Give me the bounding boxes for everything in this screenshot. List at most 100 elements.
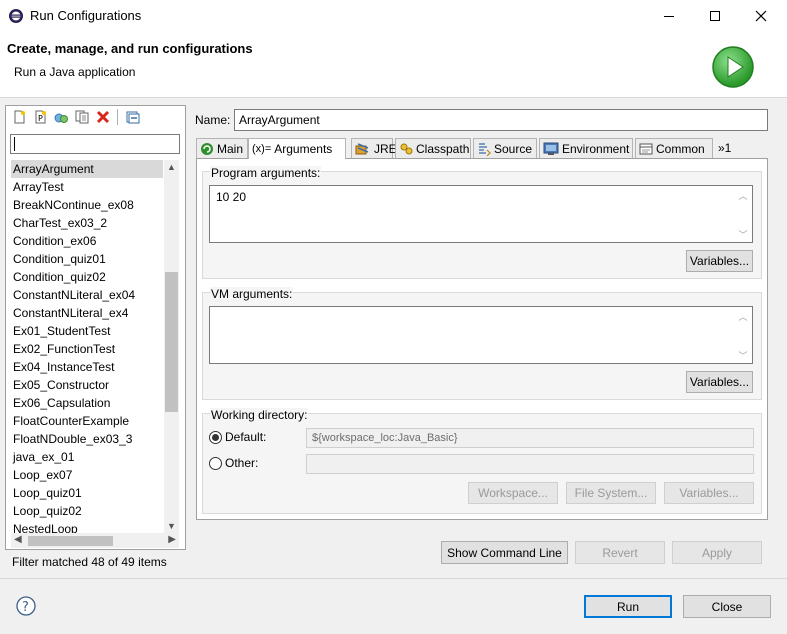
workdir-variables-button[interactable]: Variables...: [664, 482, 754, 504]
list-item[interactable]: Ex02_FunctionTest: [11, 340, 163, 358]
list-item[interactable]: FloatNDouble_ex03_3: [11, 430, 163, 448]
vm-textarea-scroll-up-icon[interactable]: ︿: [737, 310, 749, 322]
tab-arguments[interactable]: (x)= Arguments: [248, 138, 346, 159]
collapse-all-icon[interactable]: [124, 108, 142, 126]
default-directory-field: ${workspace_loc:Java_Basic}: [306, 428, 754, 448]
list-item[interactable]: Loop_quiz01: [11, 484, 163, 502]
list-item[interactable]: Condition_quiz02: [11, 268, 163, 286]
list-toolbar: P: [10, 108, 142, 126]
list-item[interactable]: NestedLoop: [11, 520, 163, 533]
help-icon[interactable]: ?: [16, 596, 36, 616]
program-variables-button[interactable]: Variables...: [686, 250, 753, 272]
toolbar-separator: [115, 108, 121, 126]
tab-common[interactable]: Common: [635, 138, 713, 158]
vm-variables-button[interactable]: Variables...: [686, 371, 753, 393]
minimize-button[interactable]: [646, 0, 692, 32]
list-item[interactable]: BreakNContinue_ex08: [11, 196, 163, 214]
list-item[interactable]: ArrayTest: [11, 178, 163, 196]
tab-environment-label: Environment: [562, 141, 630, 156]
vertical-scroll-thumb[interactable]: [165, 272, 178, 412]
main-tab-icon: [201, 142, 213, 155]
tab-overflow[interactable]: »1: [715, 138, 767, 158]
eclipse-app-icon: [8, 8, 24, 24]
list-item[interactable]: Condition_ex06: [11, 232, 163, 250]
name-field[interactable]: [234, 109, 768, 131]
file-system-button[interactable]: File System...: [566, 482, 656, 504]
vm-arguments-textarea[interactable]: [209, 306, 753, 364]
apply-button[interactable]: Apply: [672, 541, 762, 564]
other-directory-field[interactable]: [306, 454, 754, 474]
tab-source[interactable]: Source: [473, 138, 537, 158]
more-tabs-icon: »1: [718, 141, 732, 155]
source-tab-icon: [479, 142, 491, 156]
working-directory-label: Working directory:: [210, 408, 309, 422]
list-item[interactable]: Ex01_StudentTest: [11, 322, 163, 340]
workspace-button[interactable]: Workspace...: [468, 482, 558, 504]
vm-arguments-label: VM arguments:: [210, 287, 294, 301]
text-caret: [14, 137, 15, 151]
list-item[interactable]: Condition_quiz01: [11, 250, 163, 268]
tab-source-label: Source: [494, 141, 533, 156]
list-item[interactable]: ArrayArgument: [11, 160, 163, 178]
tab-jre-label: JRE: [374, 141, 397, 156]
duplicate-icon[interactable]: [73, 108, 91, 126]
window-title: Run Configurations: [30, 8, 142, 23]
default-radio[interactable]: [209, 431, 222, 444]
dialog-subtitle: Run a Java application: [14, 65, 136, 79]
tab-environment[interactable]: Environment: [539, 138, 633, 158]
close-window-button[interactable]: [738, 0, 784, 32]
other-label: Other:: [225, 456, 259, 470]
list-item[interactable]: CharTest_ex03_2: [11, 214, 163, 232]
filter-status: Filter matched 48 of 49 items: [12, 555, 167, 569]
tab-main[interactable]: Main: [196, 138, 248, 158]
environment-tab-icon: [543, 142, 559, 155]
list-item[interactable]: Loop_quiz02: [11, 502, 163, 520]
program-arguments-label: Program arguments:: [210, 166, 322, 180]
list-item[interactable]: Ex06_Capsulation: [11, 394, 163, 412]
default-label: Default:: [225, 430, 267, 444]
filter-input[interactable]: [10, 134, 180, 154]
vm-textarea-scroll-down-icon[interactable]: ﹀: [737, 349, 749, 361]
scroll-up-icon[interactable]: ▲: [167, 162, 176, 172]
dialog-heading: Create, manage, and run configurations: [7, 41, 253, 56]
list-item[interactable]: ConstantNLiteral_ex04: [11, 286, 163, 304]
tab-jre[interactable]: JRE: [351, 138, 397, 158]
new-prototype-icon[interactable]: P: [31, 108, 49, 126]
list-item[interactable]: Ex05_Constructor: [11, 376, 163, 394]
common-tab-icon: [639, 143, 653, 154]
arguments-tab-icon: (x)=: [252, 143, 272, 155]
svg-text:P: P: [38, 114, 43, 123]
scroll-right-icon[interactable]: ▶: [168, 534, 176, 545]
tab-classpath-label: Classpath: [416, 141, 470, 156]
other-radio[interactable]: [209, 457, 222, 470]
horizontal-scroll-thumb[interactable]: [28, 536, 113, 546]
textarea-scroll-up-icon[interactable]: ︿: [737, 189, 749, 201]
list-item[interactable]: FloatCounterExample: [11, 412, 163, 430]
classpath-tab-icon: [400, 143, 413, 154]
new-config-icon[interactable]: [10, 108, 28, 126]
tab-common-label: Common: [656, 141, 705, 156]
list-item[interactable]: Loop_ex07: [11, 466, 163, 484]
close-button[interactable]: Close: [683, 595, 771, 618]
delete-icon[interactable]: [94, 108, 112, 126]
program-arguments-textarea[interactable]: 10 20: [209, 185, 753, 243]
name-label: Name:: [195, 113, 231, 127]
maximize-button[interactable]: [692, 0, 738, 32]
scroll-down-icon[interactable]: ▼: [167, 521, 176, 531]
list-item[interactable]: Ex04_InstanceTest: [11, 358, 163, 376]
tab-main-label: Main: [217, 141, 244, 156]
export-icon[interactable]: [52, 108, 70, 126]
tab-classpath[interactable]: Classpath: [395, 138, 471, 158]
jre-tab-icon: [355, 142, 369, 154]
revert-button[interactable]: Revert: [575, 541, 665, 564]
textarea-scroll-down-icon[interactable]: ﹀: [737, 228, 749, 240]
configuration-list: ArrayArgument ArrayTest BreakNContinue_ex0…: [11, 160, 163, 533]
run-icon: [711, 45, 755, 89]
run-button[interactable]: Run: [584, 595, 672, 618]
footer-separator: [0, 578, 787, 579]
show-command-line-button[interactable]: Show Command Line: [441, 541, 568, 564]
scroll-left-icon[interactable]: ◀: [14, 534, 22, 545]
svg-text:?: ?: [22, 600, 29, 615]
list-item[interactable]: java_ex_01: [11, 448, 163, 466]
list-item[interactable]: ConstantNLiteral_ex4: [11, 304, 163, 322]
